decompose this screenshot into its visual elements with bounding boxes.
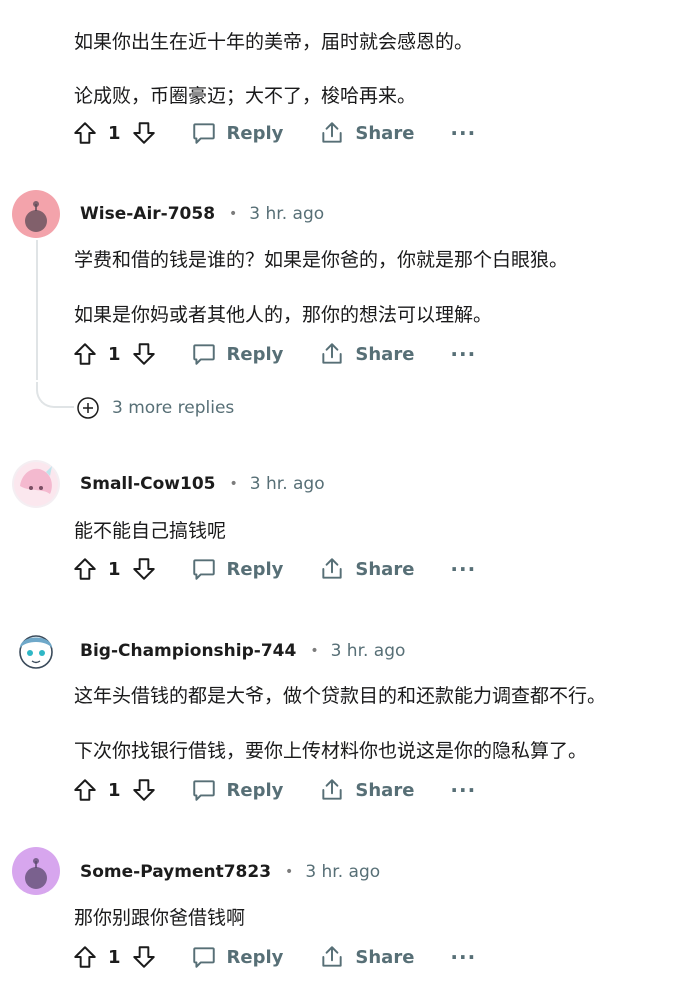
comment-text: 学费和借的钱是谁的？如果是你爸的，你就是那个白眼狼。 xyxy=(74,249,569,271)
reply-label: Reply xyxy=(226,946,284,968)
share-label: Share xyxy=(355,779,415,801)
comment-meta: Big-Championship-744 • 3 hr. ago xyxy=(80,637,405,665)
vote-group: 1 xyxy=(72,777,157,803)
more-options-button[interactable]: ··· xyxy=(450,945,476,969)
more-options-button[interactable]: ··· xyxy=(450,121,476,145)
downvote-icon[interactable] xyxy=(131,341,157,367)
share-label: Share xyxy=(355,946,415,968)
avatar[interactable] xyxy=(12,460,60,508)
reply-label: Reply xyxy=(226,122,284,144)
thread-line-curve xyxy=(36,382,74,408)
reply-label: Reply xyxy=(226,779,284,801)
reply-button[interactable]: Reply xyxy=(191,341,284,367)
comment-actions: 1 Reply Share ··· xyxy=(72,552,476,586)
avatar[interactable] xyxy=(12,190,60,238)
comment-text: 能不能自己搞钱呢 xyxy=(74,520,227,542)
share-label: Share xyxy=(355,343,415,365)
comment-text: 如果是你妈或者其他人的，那你的想法可以理解。 xyxy=(74,304,493,326)
comment-text: 下次你找银行借钱，要你上传材料你也说这是你的隐私算了。 xyxy=(74,740,588,762)
timestamp[interactable]: 3 hr. ago xyxy=(249,204,324,224)
downvote-icon[interactable] xyxy=(131,120,157,146)
share-icon xyxy=(319,944,345,970)
share-icon xyxy=(319,556,345,582)
meta-separator: • xyxy=(285,864,294,880)
downvote-icon[interactable] xyxy=(131,556,157,582)
timestamp[interactable]: 3 hr. ago xyxy=(305,862,380,882)
meta-separator: • xyxy=(310,643,319,659)
upvote-icon[interactable] xyxy=(72,944,98,970)
comment-text: 如果你出生在近十年的美帝，届时就会感恩的。 xyxy=(74,31,474,53)
comment-text: 这年头借钱的都是大爷，做个贷款目的和还款能力调查都不行。 xyxy=(74,685,607,707)
plus-circle-icon xyxy=(76,396,100,420)
avatar[interactable] xyxy=(12,847,60,895)
reply-bubble-icon xyxy=(191,944,217,970)
reply-bubble-icon xyxy=(191,777,217,803)
share-label: Share xyxy=(355,122,415,144)
more-replies-button[interactable]: 3 more replies xyxy=(76,396,234,420)
vote-count: 1 xyxy=(108,946,121,968)
username[interactable]: Wise-Air-7058 xyxy=(80,204,215,224)
vote-count: 1 xyxy=(108,343,121,365)
share-button[interactable]: Share xyxy=(319,944,414,970)
vote-group: 1 xyxy=(72,120,157,146)
comment-actions: 1 Reply Share ··· xyxy=(72,116,476,150)
reply-bubble-icon xyxy=(191,556,217,582)
upvote-icon[interactable] xyxy=(72,120,98,146)
meta-separator: • xyxy=(229,476,238,492)
reply-label: Reply xyxy=(226,343,284,365)
username[interactable]: Small-Cow105 xyxy=(80,474,216,494)
thread-line[interactable] xyxy=(36,240,38,380)
vote-group: 1 xyxy=(72,556,157,582)
comment-text: 那你别跟你爸借钱啊 xyxy=(74,907,246,929)
comment-meta: Some-Payment7823 • 3 hr. ago xyxy=(80,858,380,886)
comment-meta: Wise-Air-7058 • 3 hr. ago xyxy=(80,200,324,228)
vote-count: 1 xyxy=(108,122,121,144)
vote-count: 1 xyxy=(108,558,121,580)
upvote-icon[interactable] xyxy=(72,777,98,803)
vote-group: 1 xyxy=(72,944,157,970)
share-button[interactable]: Share xyxy=(319,341,414,367)
share-icon xyxy=(319,777,345,803)
custom-avatar-icon xyxy=(19,635,53,669)
more-replies-label: 3 more replies xyxy=(112,398,235,418)
upvote-icon[interactable] xyxy=(72,341,98,367)
more-options-button[interactable]: ··· xyxy=(450,557,476,581)
comment-text: 论成败，币圈豪迈；大不了，梭哈再来。 xyxy=(74,85,417,107)
share-label: Share xyxy=(355,558,415,580)
share-button[interactable]: Share xyxy=(319,120,414,146)
reply-bubble-icon xyxy=(191,341,217,367)
vote-group: 1 xyxy=(72,341,157,367)
avatar[interactable] xyxy=(12,626,60,674)
comment-actions: 1 Reply Share ··· xyxy=(72,337,476,371)
more-options-button[interactable]: ··· xyxy=(450,778,476,802)
reply-button[interactable]: Reply xyxy=(191,120,284,146)
reply-button[interactable]: Reply xyxy=(191,777,284,803)
share-icon xyxy=(319,120,345,146)
timestamp[interactable]: 3 hr. ago xyxy=(250,474,325,494)
username[interactable]: Some-Payment7823 xyxy=(80,862,271,882)
reply-label: Reply xyxy=(226,558,284,580)
share-icon xyxy=(319,341,345,367)
vote-count: 1 xyxy=(108,779,121,801)
snoo-avatar-icon xyxy=(25,858,47,889)
snoo-avatar-icon xyxy=(25,201,47,232)
reply-bubble-icon xyxy=(191,120,217,146)
reply-button[interactable]: Reply xyxy=(191,944,284,970)
downvote-icon[interactable] xyxy=(131,944,157,970)
downvote-icon[interactable] xyxy=(131,777,157,803)
share-button[interactable]: Share xyxy=(319,556,414,582)
comment-actions: 1 Reply Share ··· xyxy=(72,940,476,974)
reply-button[interactable]: Reply xyxy=(191,556,284,582)
comment-actions: 1 Reply Share ··· xyxy=(72,773,476,807)
more-options-button[interactable]: ··· xyxy=(450,342,476,366)
comment-meta: Small-Cow105 • 3 hr. ago xyxy=(80,470,325,498)
timestamp[interactable]: 3 hr. ago xyxy=(331,641,406,661)
custom-avatar-icon xyxy=(14,462,58,506)
meta-separator: • xyxy=(229,206,238,222)
username[interactable]: Big-Championship-744 xyxy=(80,641,296,661)
share-button[interactable]: Share xyxy=(319,777,414,803)
upvote-icon[interactable] xyxy=(72,556,98,582)
